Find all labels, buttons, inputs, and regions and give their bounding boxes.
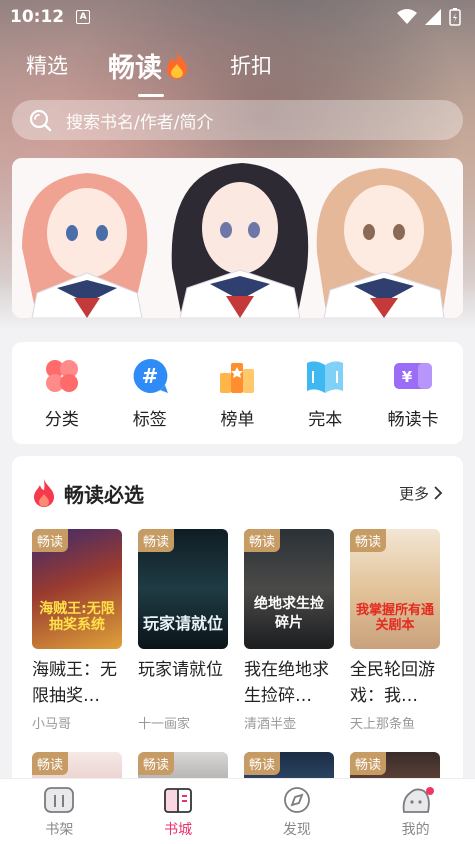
chevron-right-icon [434,486,443,500]
book-title: 玩家请就位 [138,660,223,680]
tab-label: 精选 [26,54,68,78]
notification-dot [425,786,434,795]
nav-bookstore[interactable]: 书城 [138,785,218,839]
book-author: 十一画家 [138,717,191,732]
quick-entry-label: 畅读卡 [387,409,439,430]
book-cover: 畅读 绝地求生捡碎片 [244,529,334,649]
quick-entry-label: 标签 [132,409,167,430]
book-list: 畅读 海贼王:无限抽奖系统 海贼王：无限抽奖… 小马哥 畅读 玩家请就位 玩家请… [32,529,440,732]
tab-discount[interactable]: 折扣 [230,50,272,80]
cover-tag: 畅读 [244,752,281,775]
book-cover: 畅读 我掌握所有通关剧本 [350,529,440,649]
status-time: 10:12 [10,7,65,27]
nav-label: 书城 [164,821,193,838]
cover-tag: 畅读 [350,529,387,552]
quick-entry-label: 榜单 [220,409,255,430]
book-item[interactable]: 畅读 绝地求生捡碎片 我在绝地求生捡碎… 清酒半壶 [244,529,334,732]
book-title: 我在绝地求生捡碎… [244,660,329,706]
nav-label: 发现 [282,821,311,838]
fire-icon [167,51,187,79]
notification-icon: A [76,10,91,24]
tab-label: 畅读 [108,52,162,84]
section-title: 畅读必选 [64,482,144,507]
cover-tag: 畅读 [244,529,281,552]
promo-banner[interactable] [12,158,463,318]
tab-free-read[interactable]: 畅读 [108,46,190,97]
battery-icon [449,8,461,26]
search-placeholder: 搜索书名/作者/简介 [66,112,214,133]
svg-text:#: # [141,364,158,388]
more-link[interactable]: 更多 [399,483,443,504]
fire-icon [34,479,54,507]
book-author: 天上那条鱼 [350,717,416,732]
cover-title: 海贼王:无限抽奖系统 [39,601,115,633]
cover-tag: 畅读 [32,529,69,552]
search-icon [29,109,52,132]
quick-entry-label: 完本 [308,409,343,430]
tag-icon: # [133,358,168,393]
book-author: 清酒半壶 [244,717,297,732]
book-cover: 畅读 海贼王:无限抽奖系统 [32,529,122,649]
top-tabs: 精选 畅读 折扣 [0,40,475,97]
tab-label: 折扣 [230,54,272,78]
tab-featured[interactable]: 精选 [26,50,68,80]
signal-icon [425,9,441,25]
reading-card-icon: ¥ [394,362,433,389]
nav-label: 我的 [401,821,430,838]
quick-entry-category[interactable]: 分类 [22,357,102,430]
book-title: 海贼王：无限抽奖… [32,660,117,706]
nav-discover[interactable]: 发现 [257,785,337,839]
cover-title: 我掌握所有通关剧本 [355,603,434,633]
cover-title: 绝地求生捡碎片 [254,596,324,631]
bookstore-icon [164,787,193,813]
category-icon [45,359,78,392]
cover-tag: 畅读 [138,529,175,552]
book-item[interactable]: 畅读 海贼王:无限抽奖系统 海贼王：无限抽奖… 小马哥 [32,529,122,732]
quick-entry-finished[interactable]: 完本 [285,357,365,430]
nav-bookshelf[interactable]: 书架 [19,785,99,839]
finished-book-icon [307,360,344,393]
cover-title: 玩家请就位 [142,614,223,633]
quick-entry-tag[interactable]: # 标签 [110,357,190,430]
book-author: 小马哥 [32,717,72,732]
svg-text:¥: ¥ [402,368,413,386]
compass-icon [283,786,310,813]
ranking-icon [220,362,255,393]
cover-tag: 畅读 [350,752,387,775]
nav-label: 书架 [45,821,74,838]
quick-entry-ranking[interactable]: 榜单 [197,357,277,430]
picks-header: 畅读必选 更多 [32,478,443,508]
cover-tag: 畅读 [138,752,175,775]
more-label: 更多 [398,484,429,503]
quick-entry-card: 分类 # 标签 榜单 完本 ¥ 畅读卡 [12,342,463,444]
search-bar[interactable]: 搜索书名/作者/简介 [12,100,463,140]
wifi-icon [397,9,417,24]
book-title: 全民轮回游戏：我… [350,660,435,706]
bottom-nav: 书架 书城 发现 我的 [0,778,475,844]
quick-entry-label: 分类 [44,409,79,430]
book-item[interactable]: 畅读 我掌握所有通关剧本 全民轮回游戏：我… 天上那条鱼 [350,529,440,732]
cover-tag: 畅读 [32,752,69,775]
book-cover: 畅读 玩家请就位 [138,529,228,649]
banner-illustration [12,158,463,318]
status-bar: 10:12 A [0,0,475,34]
book-item[interactable]: 畅读 玩家请就位 玩家请就位 十一画家 [138,529,228,732]
bookshelf-icon [44,786,75,813]
nav-profile[interactable]: 我的 [376,785,456,839]
quick-entry-reading-card[interactable]: ¥ 畅读卡 [373,357,453,430]
